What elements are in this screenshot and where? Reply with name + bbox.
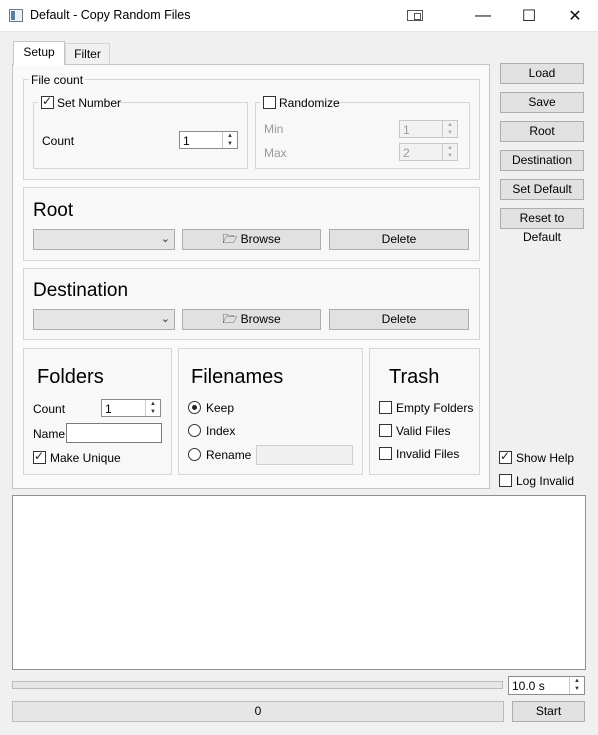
max-spinbox[interactable]: 2 ▲ ▼ <box>399 143 458 161</box>
invalid-files-label: Invalid Files <box>396 447 460 461</box>
destination-title: Destination <box>33 280 129 301</box>
root-side-button[interactable]: Root <box>500 121 584 142</box>
spin-arrows-icon[interactable]: ▲ ▼ <box>222 132 237 148</box>
minimize-button[interactable]: — <box>460 0 506 32</box>
keep-radio[interactable] <box>188 401 201 414</box>
timeout-value: 10.0 s <box>512 679 545 693</box>
set-number-label: Set Number <box>57 96 122 110</box>
destination-browse-label: Browse <box>240 312 281 326</box>
valid-files-checkbox[interactable] <box>379 424 392 437</box>
destination-side-button[interactable]: Destination <box>500 150 584 171</box>
filenames-title: Filenames <box>191 366 284 388</box>
status-count-display: 0 <box>12 701 504 722</box>
randomize-label: Randomize <box>279 96 340 110</box>
index-radio[interactable] <box>188 424 201 437</box>
spin-arrows-icon[interactable]: ▲ ▼ <box>569 677 584 694</box>
make-unique-label: Make Unique <box>50 451 121 465</box>
snap-layout-icon[interactable] <box>407 10 423 21</box>
trash-title: Trash <box>389 366 440 388</box>
reset-default-button[interactable]: Reset to Default <box>500 208 584 244</box>
show-help-label: Show Help <box>516 451 575 465</box>
empty-folders-checkbox[interactable] <box>379 401 392 414</box>
chevron-down-icon: ⌄ <box>160 233 170 245</box>
set-number-checkbox[interactable] <box>41 94 54 109</box>
log-invalid-label: Log Invalid <box>516 474 575 488</box>
rename-input[interactable] <box>256 445 353 465</box>
randomize-checkbox[interactable] <box>263 96 276 109</box>
min-label: Min <box>264 122 284 136</box>
file-count-title: File count <box>29 73 86 87</box>
progress-bar <box>12 681 503 689</box>
log-invalid-checkbox[interactable] <box>499 474 512 487</box>
spin-arrows-icon[interactable]: ▲ ▼ <box>145 400 160 416</box>
window-title: Default - Copy Random Files <box>30 8 191 22</box>
folders-name-label: Name <box>33 427 66 441</box>
log-textarea[interactable] <box>12 495 586 670</box>
maximize-button[interactable]: ☐ <box>506 0 552 32</box>
invalid-files-checkbox[interactable] <box>379 447 392 460</box>
root-delete-button[interactable]: Delete <box>329 229 469 250</box>
valid-files-label: Valid Files <box>396 424 451 438</box>
folders-name-input[interactable] <box>66 423 162 443</box>
root-browse-label: Browse <box>240 232 281 246</box>
index-label: Index <box>206 424 236 438</box>
folders-count-label: Count <box>33 402 66 416</box>
max-value: 2 <box>403 146 410 160</box>
tab-filter[interactable]: Filter <box>65 43 110 64</box>
destination-delete-button[interactable]: Delete <box>329 309 469 330</box>
destination-combo[interactable]: ⌄ <box>33 309 175 330</box>
root-title: Root <box>33 200 74 221</box>
spin-arrows-icon[interactable]: ▲ ▼ <box>442 121 457 137</box>
folder-open-icon: 🗁 <box>222 312 238 326</box>
start-button[interactable]: Start <box>512 701 585 722</box>
tab-setup[interactable]: Setup <box>13 41 65 65</box>
spin-arrows-icon[interactable]: ▲ ▼ <box>442 144 457 160</box>
set-default-button[interactable]: Set Default <box>500 179 584 200</box>
folder-open-icon: 🗁 <box>222 232 238 246</box>
min-value: 1 <box>403 123 410 137</box>
folders-count-value: 1 <box>105 402 112 416</box>
save-button[interactable]: Save <box>500 92 584 113</box>
min-spinbox[interactable]: 1 ▲ ▼ <box>399 120 458 138</box>
root-combo[interactable]: ⌄ <box>33 229 175 250</box>
destination-browse-button[interactable]: 🗁 Browse <box>182 309 321 330</box>
show-help-checkbox[interactable] <box>499 449 512 464</box>
make-unique-checkbox[interactable] <box>33 449 46 464</box>
max-label: Max <box>264 146 287 160</box>
root-browse-button[interactable]: 🗁 Browse <box>182 229 321 250</box>
empty-folders-label: Empty Folders <box>396 401 474 415</box>
timeout-spinbox[interactable]: 10.0 s ▲ ▼ <box>508 676 585 695</box>
rename-label: Rename <box>206 448 252 462</box>
folders-title: Folders <box>37 366 104 388</box>
load-button[interactable]: Load <box>500 63 584 84</box>
close-button[interactable]: ✕ <box>552 0 598 32</box>
count-value: 1 <box>183 134 190 148</box>
keep-label: Keep <box>206 401 235 415</box>
app-icon <box>9 9 23 22</box>
count-spinbox[interactable]: 1 ▲ ▼ <box>179 131 238 149</box>
count-label: Count <box>42 134 75 148</box>
folders-count-spinbox[interactable]: 1 ▲ ▼ <box>101 399 161 417</box>
rename-radio[interactable] <box>188 448 201 461</box>
chevron-down-icon: ⌄ <box>160 313 170 325</box>
